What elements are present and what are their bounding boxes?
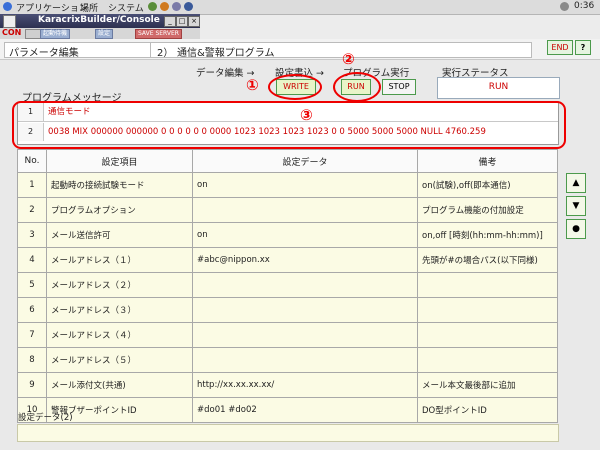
volume-icon[interactable] — [560, 2, 569, 11]
row-item: メールアドレス（３） — [46, 297, 193, 323]
row-item: メール送信許可 — [46, 222, 193, 248]
clock[interactable]: 0:36 — [574, 1, 594, 11]
row-data-cell[interactable] — [192, 322, 418, 348]
row-note: 先頭が#の場合パス(以下同様) — [417, 247, 558, 273]
row-no: 9 — [17, 372, 47, 398]
row-no: 3 — [17, 222, 47, 248]
annotation-1: ① — [246, 76, 259, 94]
maximize-icon[interactable]: □ — [176, 16, 188, 27]
system-top-panel: アプリケーション 場所 システム 0:36 — [0, 0, 600, 15]
window-title: KaracrixBuilder/Console — [38, 15, 160, 25]
row-item: メールアドレス（４） — [46, 322, 193, 348]
menu-system[interactable]: システム — [108, 1, 144, 14]
row-no: 7 — [17, 322, 47, 348]
table-row[interactable]: 2 プログラムオプション プログラム機能の付加設定 — [17, 197, 558, 223]
table-header-row: No. 設定項目 設定データ 備考 — [17, 149, 558, 173]
setting-data-input[interactable] — [17, 424, 559, 442]
annotation-outline-3 — [12, 101, 566, 149]
editor-launcher-icon[interactable] — [172, 2, 181, 11]
row-data-cell[interactable] — [192, 347, 418, 373]
row-data-cell[interactable] — [192, 197, 418, 223]
scroll-up-button[interactable]: ▲ — [566, 173, 586, 193]
table-row[interactable]: 3 メール送信許可 on on,off [時刻(hh:mm-hh:mm)] — [17, 222, 558, 248]
page-title-box: 2） 通信&警報プログラム — [150, 42, 532, 59]
row-no: 6 — [17, 297, 47, 323]
app-icon — [3, 15, 16, 28]
col-header-item: 設定項目 — [46, 149, 193, 173]
toolbar-tag-2[interactable]: 設定 — [95, 29, 114, 39]
row-data-cell[interactable]: #abc@nippon.xx — [192, 247, 418, 273]
annotation-3: ③ — [300, 106, 313, 124]
refresh-icon[interactable] — [25, 29, 41, 39]
row-data-cell[interactable] — [192, 272, 418, 298]
row-note: プログラム機能の付加設定 — [417, 197, 558, 223]
dot-button[interactable]: ● — [566, 219, 586, 239]
row-note: メール本文最後部に追加 — [417, 372, 558, 398]
row-item: メールアドレス（１） — [46, 247, 193, 273]
annotation-circle-1 — [268, 74, 322, 100]
row-data-cell[interactable]: http://xx.xx.xx.xx/ — [192, 372, 418, 398]
row-no: 4 — [17, 247, 47, 273]
row-item: プログラムオプション — [46, 197, 193, 223]
col-header-no: No. — [17, 149, 47, 173]
row-note — [417, 272, 558, 298]
exec-status-value: RUN — [488, 82, 509, 92]
exec-status-box: RUN — [437, 77, 560, 99]
row-note: on(試験),off(即本通信) — [417, 172, 558, 198]
help-button[interactable]: ? — [575, 40, 591, 55]
page-title: 通信&警報プログラム — [177, 48, 275, 59]
table-row[interactable]: 4 メールアドレス（１） #abc@nippon.xx 先頭が#の場合パス(以下同様) — [17, 247, 558, 273]
browser-launcher-icon[interactable] — [148, 2, 157, 11]
footer-label: 設定データ(2) — [18, 413, 73, 423]
table-row[interactable]: 5 メールアドレス（２） — [17, 272, 558, 298]
row-data-cell[interactable] — [192, 297, 418, 323]
col-header-note: 備考 — [417, 149, 558, 173]
parameter-table: No. 設定項目 設定データ 備考 1 起動時の接続試験モード on on(試験),o… — [17, 149, 558, 423]
row-note — [417, 347, 558, 373]
con-tag: CON — [2, 28, 22, 37]
table-row[interactable]: 1 起動時の接続試験モード on on(試験),off(即本通信) — [17, 172, 558, 198]
row-data-cell[interactable]: on — [192, 222, 418, 248]
terminal-launcher-icon[interactable] — [184, 2, 193, 11]
row-item: 起動時の接続試験モード — [46, 172, 193, 198]
scroll-down-button[interactable]: ▼ — [566, 196, 586, 216]
mail-launcher-icon[interactable] — [160, 2, 169, 11]
table-row[interactable]: 6 メールアドレス（３） — [17, 297, 558, 323]
row-no: 1 — [17, 172, 47, 198]
row-data-cell[interactable]: on — [192, 172, 418, 198]
menu-applications[interactable]: アプリケーション — [16, 1, 88, 14]
foot-menu-icon[interactable] — [3, 2, 12, 11]
minimize-icon[interactable]: _ — [164, 16, 176, 27]
table-row[interactable]: 7 メールアドレス（４） — [17, 322, 558, 348]
row-no: 5 — [17, 272, 47, 298]
row-note — [417, 297, 558, 323]
section-box: パラメータ編集 — [4, 42, 151, 59]
annotation-circle-2 — [333, 72, 381, 102]
menu-places[interactable]: 場所 — [80, 1, 98, 14]
row-no: 2 — [17, 197, 47, 223]
row-no: 8 — [17, 347, 47, 373]
window-titlebar[interactable]: KaracrixBuilder/Console _ □ × — [0, 14, 200, 28]
toolbar-tag-3[interactable]: SAVE SERVER — [135, 29, 182, 39]
table-row[interactable]: 10 警報ブザーポイントID #do01 #do02 DO型ポイントID — [17, 397, 558, 423]
row-item: メール添付文(共通) — [46, 372, 193, 398]
row-item: メールアドレス（５） — [46, 347, 193, 373]
col-header-data: 設定データ — [192, 149, 418, 173]
table-row[interactable]: 9 メール添付文(共通) http://xx.xx.xx.xx/メール本文最後部に追… — [17, 372, 558, 398]
row-note: DO型ポイントID — [417, 397, 558, 423]
table-row[interactable]: 8 メールアドレス（５） — [17, 347, 558, 373]
row-item: メールアドレス（２） — [46, 272, 193, 298]
end-button[interactable]: END — [547, 40, 573, 55]
annotation-2: ② — [342, 50, 355, 68]
close-icon[interactable]: × — [188, 16, 200, 27]
row-note — [417, 322, 558, 348]
section-label: パラメータ編集 — [9, 48, 79, 59]
row-note: on,off [時刻(hh:mm-hh:mm)] — [417, 222, 558, 248]
page-title-number: 2） — [157, 48, 174, 59]
row-data-cell[interactable]: #do01 #do02 — [192, 397, 418, 423]
toolbar-tag-1[interactable]: 起動待機 — [40, 29, 71, 39]
stop-button[interactable]: STOP — [382, 79, 416, 95]
